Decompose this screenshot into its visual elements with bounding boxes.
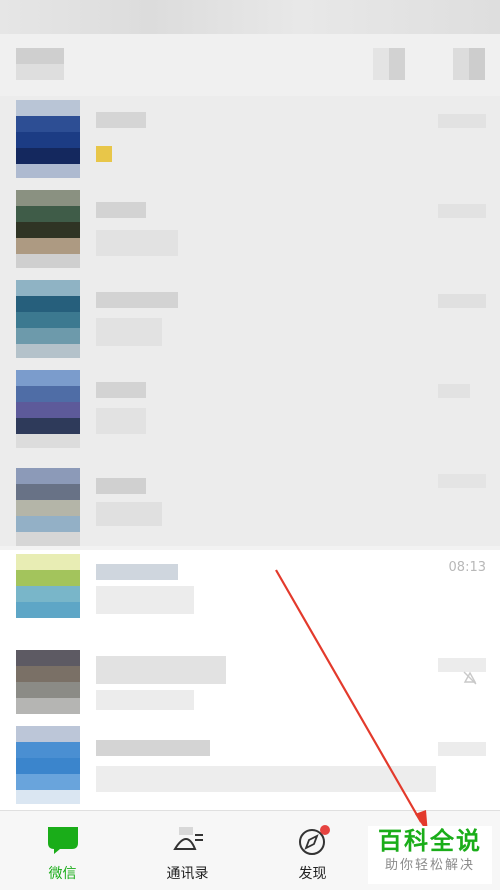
watermark-title: 百科全说 [378, 827, 482, 855]
annotation-arrow [275, 569, 428, 834]
watermark: 百科全说 助你轻松解决 [368, 826, 492, 884]
watermark-subtitle: 助你轻松解决 [384, 858, 475, 873]
